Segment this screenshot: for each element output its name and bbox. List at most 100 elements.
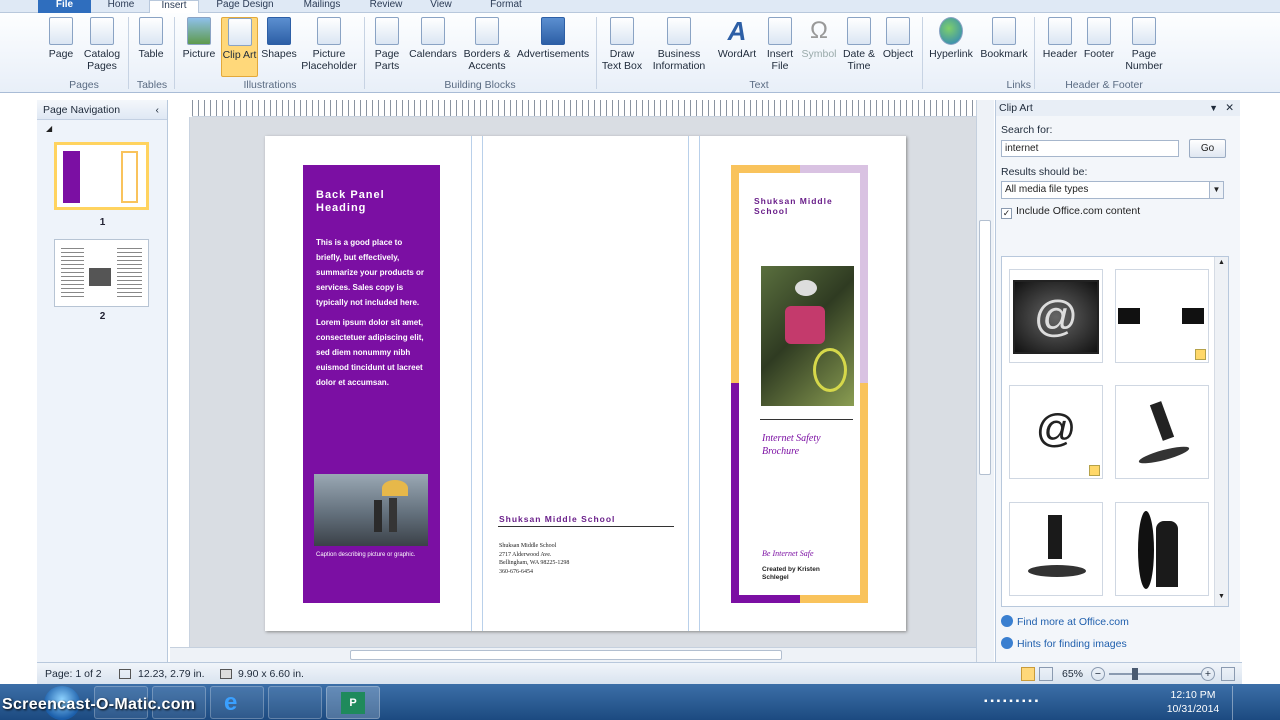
results-scrollbar[interactable]: ▲ ▼ (1214, 257, 1228, 606)
single-page-view-icon[interactable] (1021, 667, 1035, 681)
show-desktop-button[interactable] (1232, 686, 1240, 720)
back-panel-paragraph[interactable]: This is a good place to briefly, but eff… (316, 235, 430, 310)
wordart-button[interactable]: A WordArt (714, 17, 760, 60)
page-thumbnail-2[interactable] (54, 239, 149, 307)
collapse-chevron-icon[interactable]: ‹ (156, 100, 160, 120)
system-tray-icons[interactable]: ▪ ▪ ▪ ▪ ▪ ▪ ▪ ▪ ▪ (984, 696, 1159, 710)
clip-art-button[interactable]: Clip Art (221, 17, 258, 77)
help-icon (1001, 637, 1013, 649)
hints-link[interactable]: Hints for finding images (1001, 637, 1127, 650)
search-input[interactable]: internet (1001, 140, 1179, 157)
page-number-2: 2 (99, 311, 106, 322)
close-icon[interactable]: ✕ (1225, 100, 1234, 116)
header-label: Header (1042, 48, 1078, 60)
pane-options-icon[interactable]: ▼ (1209, 100, 1218, 116)
clip-result-at-web[interactable]: @ (1009, 269, 1103, 363)
zoom-in-icon[interactable]: + (1201, 667, 1215, 681)
object-button[interactable]: Object (879, 17, 917, 60)
tab-page-design[interactable]: Page Design (206, 0, 284, 13)
insert-file-button[interactable]: Insert File (761, 17, 799, 72)
header-button[interactable]: Header (1039, 17, 1081, 60)
clip-art-icon (227, 18, 252, 46)
page-thumbnail-1[interactable] (54, 142, 149, 210)
back-panel[interactable]: Back Panel Heading This is a good place … (303, 165, 440, 603)
tab-format[interactable]: Format (478, 0, 534, 13)
shapes-button[interactable]: Shapes (260, 17, 298, 60)
date-time-button[interactable]: Date & Time (840, 17, 878, 72)
include-office-checkbox-row[interactable]: ✓ Include Office.com content (1001, 205, 1140, 219)
back-panel-paragraph[interactable]: Lorem ipsum dolor sit amet, consectetuer… (316, 315, 430, 390)
tab-review[interactable]: Review (360, 0, 412, 13)
page-button[interactable]: Page (44, 17, 78, 60)
photo-caption[interactable]: Caption describing picture or graphic. (316, 551, 432, 559)
clip-result-surfer[interactable] (1115, 385, 1209, 479)
clip-result-surfer-board[interactable] (1115, 502, 1209, 596)
cyclist-photo[interactable] (761, 266, 854, 406)
tab-insert[interactable]: Insert (149, 0, 199, 14)
symbol-button[interactable]: Ω Symbol (800, 17, 838, 60)
computer-icon (1182, 308, 1204, 324)
footer-button[interactable]: Footer (1080, 17, 1118, 60)
vertical-ruler[interactable] (170, 117, 190, 647)
tab-home[interactable]: Home (100, 0, 142, 13)
scroll-thumb[interactable] (350, 650, 782, 660)
catalog-pages-button[interactable]: Catalog Pages (80, 17, 124, 72)
person-shape (389, 498, 397, 532)
draw-text-box-button[interactable]: Draw Text Box (600, 17, 644, 72)
back-panel-heading[interactable]: Back Panel Heading (316, 189, 426, 215)
brochure-title[interactable]: Internet Safety Brochure (762, 432, 857, 458)
calendars-button[interactable]: Calendars (407, 17, 459, 60)
scroll-down-icon[interactable]: ▼ (1216, 593, 1227, 604)
group-building-blocks: Building Blocks (444, 79, 516, 91)
clip-art-header: Clip Art ▼ ✕ (996, 100, 1240, 116)
zoom-level[interactable]: 65% (1062, 663, 1083, 685)
horizontal-scrollbar[interactable] (170, 647, 976, 662)
zoom-slider[interactable] (1109, 673, 1201, 675)
taskbar-app-publisher[interactable]: P (326, 686, 380, 719)
zoom-out-icon[interactable]: − (1091, 667, 1105, 681)
clip-result-surfer-2[interactable] (1009, 502, 1103, 596)
picture-placeholder-button[interactable]: Picture Placeholder (299, 17, 359, 72)
vertical-scrollbar[interactable] (976, 100, 994, 662)
media-type-select[interactable]: All media file types ▼ (1001, 181, 1224, 199)
clip-result-computers[interactable] (1115, 269, 1209, 363)
page-number-button[interactable]: Page Number (1118, 17, 1170, 72)
borders-accents-button[interactable]: Borders & Accents (460, 17, 514, 72)
beach-photo[interactable] (314, 474, 428, 546)
two-page-view-icon[interactable] (1039, 667, 1053, 681)
scroll-up-icon[interactable]: ▲ (1216, 259, 1227, 270)
horizontal-ruler[interactable] (192, 100, 976, 117)
brochure-page[interactable]: Back Panel Heading This is a good place … (265, 136, 906, 631)
globe-icon (1001, 615, 1013, 627)
find-more-link[interactable]: Find more at Office.com (1001, 615, 1129, 628)
taskbar-app-ie[interactable]: e (210, 686, 264, 719)
dropdown-arrow-icon[interactable]: ▼ (1209, 182, 1223, 198)
fit-page-icon[interactable] (1221, 667, 1235, 681)
checkbox-checked-icon[interactable]: ✓ (1001, 208, 1012, 219)
front-school-name[interactable]: Shuksan Middle School (754, 196, 860, 216)
advertisements-button[interactable]: Advertisements (516, 17, 590, 60)
tab-file[interactable]: File (38, 0, 91, 13)
taskbar-app-snipping[interactable] (268, 686, 322, 719)
system-clock[interactable]: 12:10 PM 10/31/2014 (1163, 688, 1223, 716)
scroll-thumb[interactable] (979, 220, 991, 475)
clip-result-at-sign[interactable]: @ (1009, 385, 1103, 479)
picture-button[interactable]: Picture (180, 17, 218, 60)
page-indicator[interactable]: Page: 1 of 2 (45, 663, 102, 685)
expand-triangle-icon[interactable]: ◢ (46, 124, 52, 133)
business-information-button[interactable]: Business Information (645, 17, 713, 72)
page-parts-button[interactable]: Page Parts (370, 17, 404, 72)
tab-view[interactable]: View (420, 0, 462, 13)
table-button[interactable]: Table (134, 17, 168, 60)
media-type-value: All media file types (1005, 184, 1089, 195)
go-button[interactable]: Go (1189, 139, 1226, 158)
author-credit[interactable]: Created by Kristen Schlegel (762, 566, 842, 582)
school-name[interactable]: Shuksan Middle School (499, 514, 615, 524)
front-panel[interactable]: Shuksan Middle School Internet Safety Br… (731, 165, 868, 603)
hyperlink-button[interactable]: Hyperlink (927, 17, 975, 60)
bookmark-button[interactable]: Bookmark (978, 17, 1030, 60)
tab-mailings[interactable]: Mailings (293, 0, 351, 13)
tagline[interactable]: Be Internet Safe (762, 549, 814, 558)
zoom-slider-handle[interactable] (1132, 668, 1138, 680)
school-address[interactable]: Shuksan Middle School 2717 Alderwood Ave… (499, 542, 569, 576)
